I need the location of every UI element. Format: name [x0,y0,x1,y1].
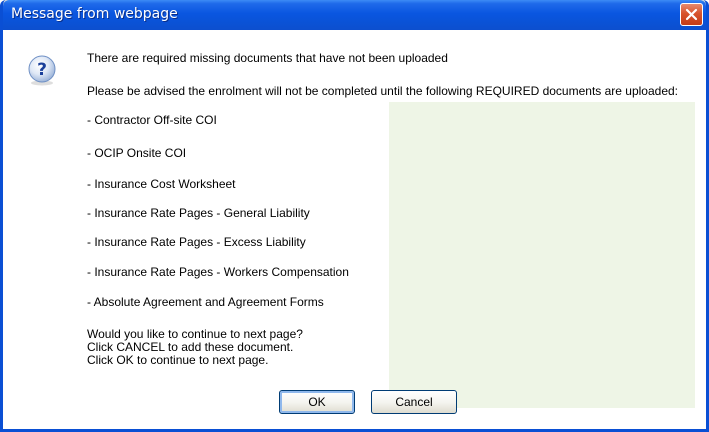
question-icon: ? [28,55,56,86]
continue-prompt: Would you like to continue to next page?… [87,328,303,367]
message-line-2: Please be advised the enrolment will not… [87,84,678,98]
document-item: - Absolute Agreement and Agreement Forms [87,295,324,309]
close-icon [685,8,698,21]
title-bar[interactable]: Message from webpage [3,0,706,30]
cancel-button[interactable]: Cancel [371,390,457,414]
document-item: - Insurance Cost Worksheet [87,177,236,191]
dialog-title: Message from webpage [11,6,178,22]
prompt-line: Click OK to continue to next page. [87,353,269,367]
highlight-panel [389,102,695,408]
document-item: - OCIP Onsite COI [87,146,187,160]
document-item: - Insurance Rate Pages - Excess Liabilit… [87,235,306,249]
document-item: - Contractor Off-site COI [87,113,217,127]
message-dialog: Message from webpage ? There are require… [0,0,709,432]
ok-button[interactable]: OK [279,390,355,414]
message-line-1: There are required missing documents tha… [87,51,448,65]
document-item: - Insurance Rate Pages - Workers Compens… [87,265,349,279]
document-item: - Insurance Rate Pages - General Liabili… [87,206,310,220]
close-button[interactable] [680,3,703,26]
dialog-body: ? There are required missing documents t… [3,30,706,429]
svg-text:?: ? [37,60,47,80]
